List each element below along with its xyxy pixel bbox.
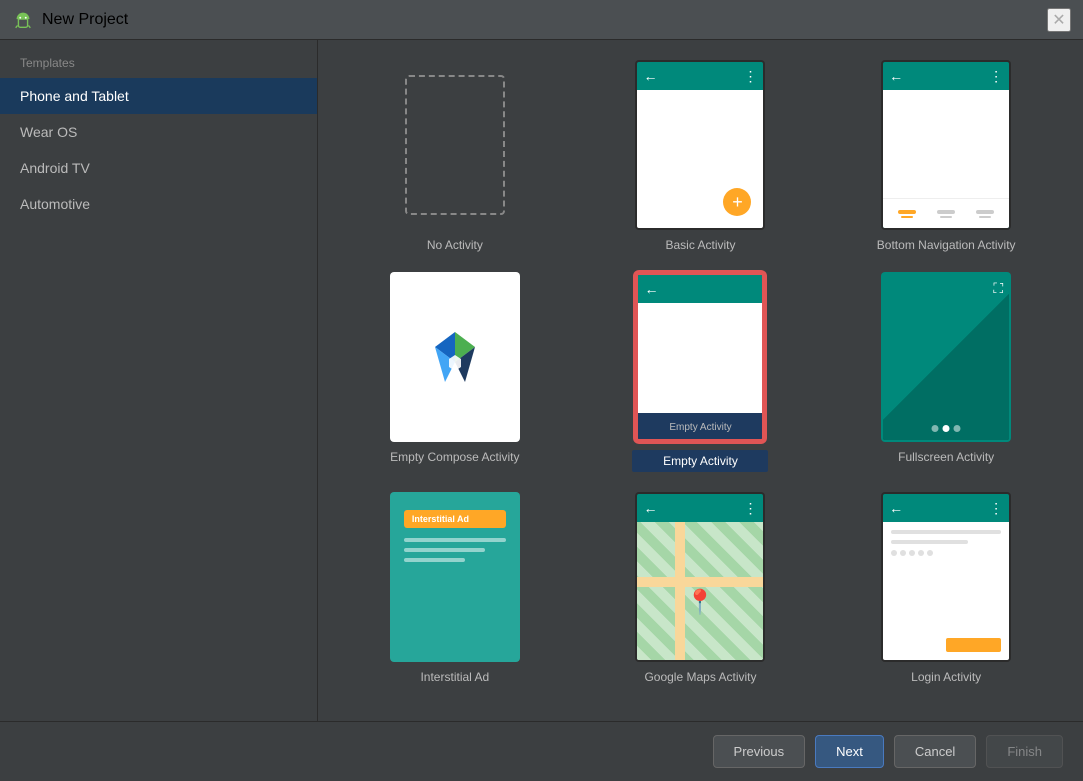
template-label-google-maps: Google Maps Activity: [644, 670, 756, 684]
template-fullscreen-activity[interactable]: ⛶ Fullscreen Activity: [833, 272, 1059, 472]
sidebar: Templates Phone and Tablet Wear OS Andro…: [0, 40, 318, 781]
back-arrow-icon: ←: [643, 68, 657, 84]
fab-icon: +: [723, 188, 751, 216]
template-label-interstitial-ad: Interstitial Ad: [420, 670, 489, 684]
bottom-navigation-preview: ← ⋮: [881, 60, 1011, 230]
login-activity-preview: ← ⋮: [881, 492, 1011, 662]
sidebar-item-automotive[interactable]: Automotive: [0, 186, 317, 222]
more-vert-icon: ⋮: [743, 68, 757, 85]
template-label-basic-activity: Basic Activity: [665, 238, 735, 252]
fullscreen-activity-preview: ⛶: [881, 272, 1011, 442]
more-vert-icon-maps: ⋮: [743, 500, 757, 517]
sidebar-item-wear-os[interactable]: Wear OS: [0, 114, 317, 150]
back-arrow-icon-login: ←: [889, 500, 903, 516]
template-no-activity[interactable]: No Activity: [342, 60, 568, 252]
finish-button[interactable]: Finish: [986, 735, 1063, 768]
interstitial-ad-label: Interstitial Ad: [404, 510, 506, 528]
back-arrow-icon-maps: ←: [643, 500, 657, 516]
next-button[interactable]: Next: [815, 735, 884, 768]
basic-activity-preview: ← ⋮ +: [635, 60, 765, 230]
back-arrow-icon-bnav: ←: [889, 68, 903, 84]
sidebar-section-label: Templates: [0, 40, 317, 78]
compose-logo-icon: [425, 327, 485, 387]
template-login-activity[interactable]: ← ⋮ Lo: [833, 492, 1059, 684]
template-label-empty-compose: Empty Compose Activity: [390, 450, 519, 464]
android-logo-icon: [12, 9, 34, 31]
back-arrow-icon-empty: ←: [644, 281, 658, 297]
sidebar-item-android-tv[interactable]: Android TV: [0, 150, 317, 186]
more-vert-icon-bnav: ⋮: [989, 68, 1003, 85]
title-bar: New Project ✕: [0, 0, 1083, 40]
template-empty-compose[interactable]: Empty Compose Activity: [342, 272, 568, 472]
map-pin-icon: 📍: [685, 588, 715, 617]
template-empty-activity[interactable]: ← Empty Activity Empty Activity: [588, 272, 814, 472]
main-content: Templates Phone and Tablet Wear OS Andro…: [0, 40, 1083, 781]
previous-button[interactable]: Previous: [713, 735, 806, 768]
templates-grid: No Activity ← ⋮ + Basic Activity ← ⋮: [318, 40, 1083, 781]
template-label-no-activity: No Activity: [427, 238, 483, 252]
template-label-empty-activity: Empty Activity: [632, 450, 768, 472]
template-interstitial-ad[interactable]: Interstitial Ad Interstitial Ad: [342, 492, 568, 684]
no-activity-preview: [405, 75, 505, 215]
interstitial-ad-preview: Interstitial Ad: [390, 492, 520, 662]
template-bottom-navigation[interactable]: ← ⋮: [833, 60, 1059, 252]
close-button[interactable]: ✕: [1047, 8, 1071, 32]
expand-icon: ⛶: [993, 280, 1003, 297]
action-bar: Previous Next Cancel Finish: [0, 721, 1083, 781]
sidebar-item-phone-tablet[interactable]: Phone and Tablet: [0, 78, 317, 114]
empty-activity-preview: ← Empty Activity: [635, 272, 765, 442]
template-google-maps[interactable]: ← ⋮ 📍 Google Maps Activity: [588, 492, 814, 684]
cancel-button[interactable]: Cancel: [894, 735, 976, 768]
template-label-bottom-navigation: Bottom Navigation Activity: [877, 238, 1016, 252]
google-maps-preview: ← ⋮ 📍: [635, 492, 765, 662]
selected-label-inner: Empty Activity: [669, 422, 731, 433]
more-vert-icon-login: ⋮: [989, 500, 1003, 517]
template-label-login-activity: Login Activity: [911, 670, 981, 684]
template-label-fullscreen-activity: Fullscreen Activity: [898, 450, 994, 464]
empty-compose-preview: [390, 272, 520, 442]
window-title: New Project: [42, 11, 128, 29]
template-basic-activity[interactable]: ← ⋮ + Basic Activity: [588, 60, 814, 252]
